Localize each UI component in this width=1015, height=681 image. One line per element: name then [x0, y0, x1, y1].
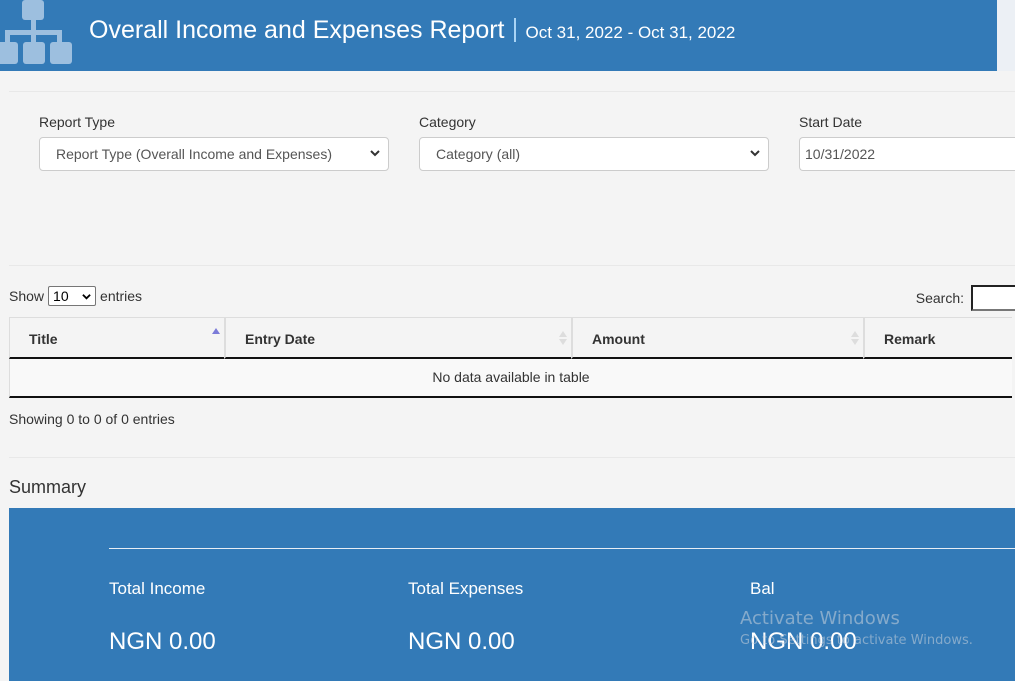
summary-title: Summary [9, 477, 87, 497]
chevron-down-icon [82, 294, 91, 300]
report-date-range: Oct 31, 2022 - Oct 31, 2022 [525, 23, 736, 42]
column-header-remark[interactable]: Remark [863, 317, 1012, 359]
entries-label: entries [100, 288, 143, 304]
show-label: Show [9, 288, 45, 304]
start-date-input[interactable]: 10/31/2022 [799, 137, 1015, 171]
sitemap-icon [0, 0, 72, 64]
page-length-select[interactable]: 10 [48, 286, 97, 306]
table-search: Search: [916, 285, 1015, 311]
total-expenses-value: NGN 0.00 [408, 628, 515, 655]
column-header-amount[interactable]: Amount [571, 317, 863, 359]
title-separator [513, 18, 516, 42]
column-remark-label: Remark [884, 331, 936, 347]
total-expenses-label: Total Expenses [408, 579, 524, 598]
search-label: Search: [915, 290, 964, 306]
page-length-value: 10 [53, 288, 69, 304]
search-input[interactable] [971, 285, 1015, 311]
column-header-title[interactable]: Title [9, 317, 224, 359]
chevron-down-icon [750, 150, 760, 157]
report-type-label: Report Type [39, 114, 116, 130]
empty-message: No data available in table [432, 369, 590, 385]
sort-ascending-icon [212, 328, 220, 334]
column-header-entry-date[interactable]: Entry Date [224, 317, 571, 359]
column-title-label: Title [29, 331, 58, 347]
divider [9, 265, 1015, 266]
table-info: Showing 0 to 0 of 0 entries [9, 411, 175, 427]
summary-divider [109, 548, 1015, 549]
report-content: Report Type Report Type (Overall Income … [9, 71, 1015, 681]
report-type-value: Report Type (Overall Income and Expenses… [56, 146, 332, 162]
page-gutter [997, 0, 1015, 71]
category-label: Category [419, 114, 476, 130]
balance-label: Bal [750, 579, 775, 598]
entries-table: Title Entry Date Amount Remark No data a… [9, 317, 1012, 400]
page-length-control: Show 10 entries [9, 286, 142, 306]
report-header: Overall Income and Expenses Report Oct 31… [0, 0, 997, 71]
divider [9, 457, 1015, 458]
activation-watermark-title: Activate Windows [740, 608, 900, 629]
divider [9, 91, 1015, 92]
column-entry-date-label: Entry Date [245, 331, 316, 347]
column-amount-label: Amount [592, 331, 645, 347]
activation-watermark-subtitle: Go to Settings to activate Windows. [740, 633, 973, 648]
category-select[interactable]: Category (all) [419, 137, 769, 171]
category-value: Category (all) [436, 146, 521, 162]
start-date-value: 10/31/2022 [805, 146, 876, 162]
total-income-value: NGN 0.00 [109, 628, 216, 655]
table-empty-row: No data available in table [9, 359, 1012, 398]
sort-both-icon [851, 331, 859, 345]
summary-panel: Total Income NGN 0.00 Total Expenses NGN… [9, 508, 1015, 681]
report-type-select[interactable]: Report Type (Overall Income and Expenses… [39, 137, 389, 171]
report-title-text: Overall Income and Expenses Report [89, 16, 505, 44]
chevron-down-icon [370, 150, 380, 157]
report-title: Overall Income and Expenses Report Oct 31… [89, 16, 735, 45]
sort-both-icon [559, 331, 567, 345]
start-date-label: Start Date [799, 114, 863, 130]
total-income-label: Total Income [109, 579, 206, 598]
